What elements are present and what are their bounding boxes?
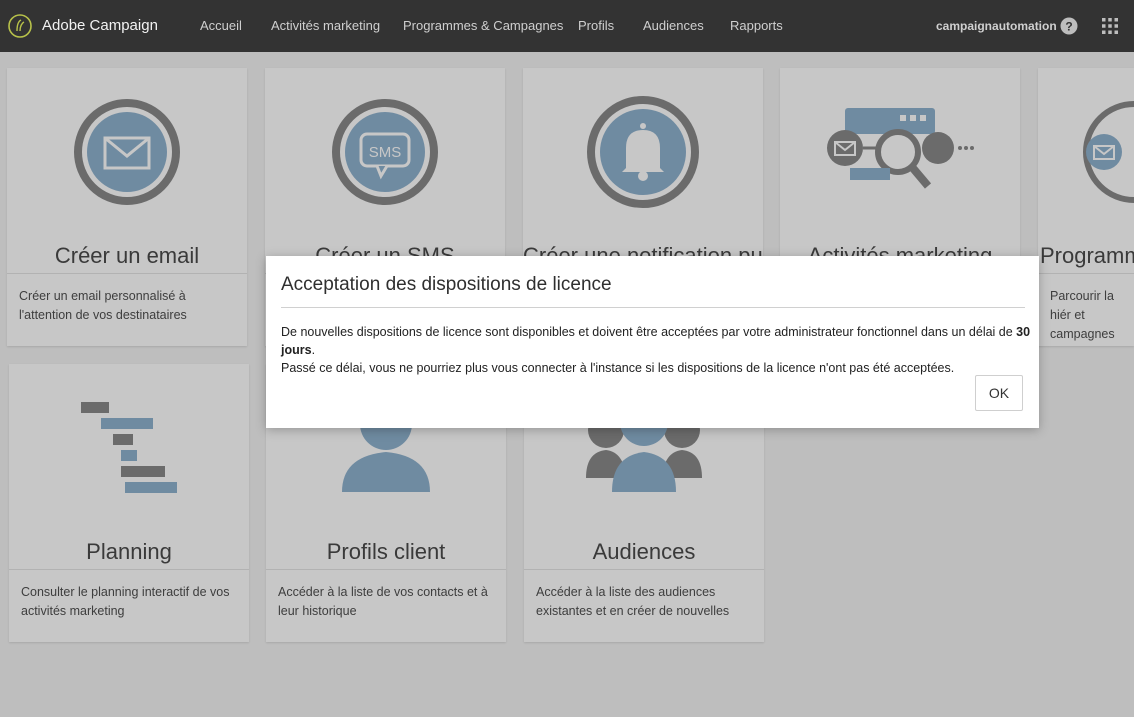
- nav-accueil[interactable]: Accueil: [200, 18, 242, 33]
- dialog-message-line1-end: .: [311, 343, 316, 357]
- dialog-message-line1-start: De nouvelles dispositions de licence son…: [281, 325, 1017, 339]
- svg-text:?: ?: [1065, 20, 1072, 34]
- adobe-campaign-logo-icon[interactable]: [8, 14, 32, 38]
- dialog-message-line2: Passé ce délai, vous ne pourriez plus vo…: [281, 361, 955, 375]
- dialog-title: Acceptation des dispositions de licence: [281, 274, 612, 295]
- dialog-message: De nouvelles dispositions de licence son…: [281, 323, 1031, 377]
- app-grid-icon[interactable]: [1101, 17, 1119, 35]
- dialog-divider: [281, 307, 1025, 308]
- ok-button[interactable]: OK: [975, 375, 1023, 411]
- user-name[interactable]: campaignautomation: [936, 19, 1057, 33]
- nav-programmes-campagnes[interactable]: Programmes & Campagnes: [403, 18, 563, 33]
- license-dialog: Acceptation des dispositions de licence …: [266, 256, 1039, 428]
- top-bar: Adobe Campaign Accueil Activités marketi…: [0, 0, 1134, 52]
- nav-activites-marketing[interactable]: Activités marketing: [271, 18, 380, 33]
- nav-rapports[interactable]: Rapports: [730, 18, 783, 33]
- nav-profils[interactable]: Profils: [578, 18, 614, 33]
- help-icon[interactable]: ?: [1060, 17, 1078, 35]
- nav-audiences[interactable]: Audiences: [643, 18, 704, 33]
- app-title[interactable]: Adobe Campaign: [42, 17, 158, 34]
